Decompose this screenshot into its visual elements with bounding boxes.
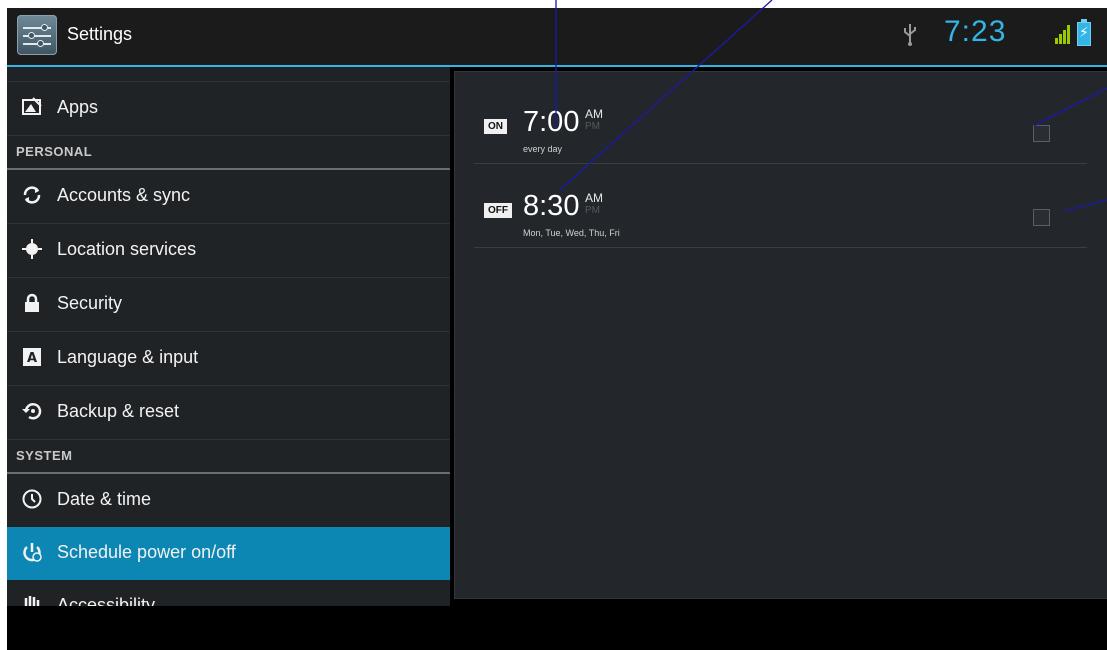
sidebar-item-label: Backup & reset (57, 401, 180, 421)
clock-icon (20, 488, 44, 512)
am-label: AM (585, 107, 603, 121)
schedule-row[interactable]: ON 7:00 AM PM every day (474, 80, 1087, 164)
pm-label: PM (585, 205, 600, 216)
sync-icon (20, 184, 44, 208)
sidebar-item-backup[interactable]: Backup & reset (7, 386, 450, 440)
sidebar-item-accounts-sync[interactable]: Accounts & sync (7, 170, 450, 224)
section-header-personal: PERSONAL (7, 136, 450, 170)
sidebar-item-label: Location services (57, 239, 197, 259)
sidebar-item-label: Apps (57, 97, 99, 117)
sidebar-item-apps[interactable]: Apps (7, 82, 450, 136)
settings-list: Apps PERSONAL Accounts & sync Location s… (7, 67, 450, 606)
sidebar-item-label: Date & time (57, 489, 152, 509)
location-icon (20, 238, 44, 262)
sidebar-item-language[interactable]: A Language & input (7, 332, 450, 386)
apps-icon (20, 96, 44, 120)
sidebar-item-label: Accessibility (57, 595, 156, 606)
schedule-row[interactable]: OFF 8:30 AM PM Mon, Tue, Wed, Thu, Fri (474, 164, 1087, 248)
sidebar-item-security[interactable]: Security (7, 278, 450, 332)
sidebar-item-accessibility[interactable]: Accessibility (7, 580, 450, 606)
schedule-time: 7:00 (523, 106, 580, 138)
page-title: Settings (67, 24, 133, 44)
action-bar: Settings 7:23 ⚡ (7, 8, 1107, 67)
pm-label: PM (585, 121, 600, 132)
slider-knob (37, 40, 44, 47)
schedule-days: every day (523, 144, 563, 154)
schedule-list-pane: ON 7:00 AM PM every day OFF 8:30 AM PM M… (454, 71, 1107, 599)
status-badge: OFF (484, 203, 512, 218)
accessibility-icon (20, 594, 44, 606)
schedule-enable-checkbox[interactable] (1033, 209, 1050, 226)
section-header-system: SYSTEM (7, 440, 450, 474)
slider-knob (41, 24, 48, 31)
backup-icon (20, 400, 44, 424)
sidebar-item-label: Schedule power on/off (57, 542, 236, 562)
schedule-time: 8:30 (523, 190, 580, 222)
section-header-label: SYSTEM (16, 448, 73, 463)
status-badge: ON (484, 119, 507, 134)
power-schedule-icon (20, 541, 44, 565)
section-header-label: PERSONAL (16, 144, 93, 159)
usb-icon (902, 22, 922, 48)
settings-app-icon[interactable] (17, 15, 57, 55)
tablet-screen: Settings 7:23 ⚡ Apps PERSONAL Accounts &… (7, 8, 1107, 650)
schedule-enable-checkbox[interactable] (1033, 125, 1050, 142)
sidebar-item-label: Accounts & sync (57, 185, 191, 205)
sidebar-item-schedule-power[interactable]: Schedule power on/off (7, 527, 450, 580)
sidebar-item-date-time[interactable]: Date & time (7, 474, 450, 528)
am-label: AM (585, 191, 603, 205)
list-item-partial[interactable] (7, 67, 450, 82)
sidebar-item-location[interactable]: Location services (7, 224, 450, 278)
svg-text:A: A (27, 351, 37, 366)
schedule-days: Mon, Tue, Wed, Thu, Fri (523, 228, 620, 238)
language-icon: A (20, 346, 44, 370)
status-clock: 7:23 (944, 15, 1007, 48)
slider-knob (28, 32, 35, 39)
sidebar-item-label: Language & input (57, 347, 199, 367)
battery-charging-icon: ⚡ (1077, 19, 1091, 46)
sidebar-item-label: Security (57, 293, 123, 313)
lock-icon (20, 292, 44, 316)
signal-icon (1055, 24, 1073, 44)
